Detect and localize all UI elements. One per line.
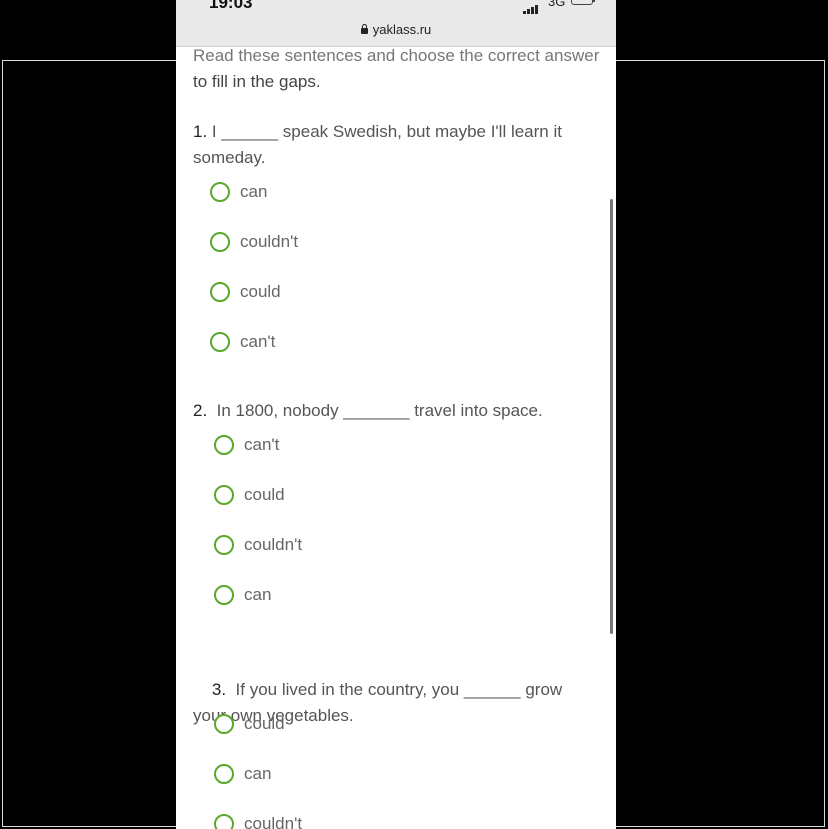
question-text: In 1800, nobody _______ travel into spac… (207, 401, 543, 420)
radio-button-icon[interactable] (214, 535, 234, 555)
option-label: can't (244, 435, 280, 454)
network-type: 3G (548, 0, 566, 9)
radio-button-icon[interactable] (210, 182, 230, 202)
url-text: yaklass.ru (372, 22, 432, 37)
question-number: 1. (193, 122, 208, 141)
radio-button-icon[interactable] (214, 814, 234, 829)
option-label: can (240, 182, 268, 201)
option-q3-couldnt[interactable]: couldn't (214, 811, 302, 829)
question-number: 3. (211, 680, 227, 699)
status-time: 19:03 (209, 0, 253, 12)
option-q1-couldnt[interactable]: couldn't (210, 229, 298, 255)
option-q1-can[interactable]: can (210, 179, 267, 205)
radio-button-icon[interactable] (214, 764, 234, 784)
lock-icon (360, 24, 368, 34)
question-1: 1. I ______ speak Swedish, but maybe I'l… (193, 119, 593, 171)
question-number: 2. (193, 401, 208, 420)
radio-button-icon[interactable] (210, 282, 230, 302)
instructions-line-1: Read these sentences and choose the corr… (193, 46, 600, 65)
option-label: could (244, 485, 285, 504)
option-q1-cant[interactable]: can't (210, 329, 275, 355)
radio-button-icon[interactable] (210, 332, 230, 352)
option-label: couldn't (244, 814, 303, 829)
option-q1-could[interactable]: could (210, 279, 281, 305)
option-label: could (240, 282, 281, 301)
battery-icon (571, 0, 595, 5)
option-q2-couldnt[interactable]: couldn't (214, 532, 302, 558)
question-3: 3. If you lived in the country, you ____… (193, 651, 593, 755)
instructions: Read these sentences and choose the corr… (193, 43, 603, 95)
option-label: couldn't (244, 535, 303, 554)
scrollbar[interactable] (610, 199, 613, 634)
option-q3-could[interactable]: could (214, 711, 285, 737)
signal-icon (523, 0, 539, 14)
option-q2-could[interactable]: could (214, 482, 285, 508)
option-label: could (244, 714, 285, 733)
radio-button-icon[interactable] (214, 714, 234, 734)
option-q3-can[interactable]: can (214, 761, 271, 787)
option-q2-cant[interactable]: can't (214, 432, 279, 458)
option-label: can't (240, 332, 276, 351)
phone-screen: 19:03 3G yaklass.ru Read these sentences… (176, 0, 616, 829)
radio-button-icon[interactable] (214, 435, 234, 455)
address-bar[interactable]: yaklass.ru (176, 22, 616, 37)
radio-button-icon[interactable] (210, 232, 230, 252)
question-2: 2. In 1800, nobody _______ travel into s… (193, 398, 593, 424)
status-bar: 19:03 3G yaklass.ru (176, 0, 616, 47)
option-label: can (244, 764, 272, 783)
radio-button-icon[interactable] (214, 585, 234, 605)
question-text: I ______ speak Swedish, but maybe I'll l… (193, 122, 562, 167)
radio-button-icon[interactable] (214, 485, 234, 505)
option-label: can (244, 585, 272, 604)
option-label: couldn't (240, 232, 299, 251)
instructions-line-2: to fill in the gaps. (193, 72, 321, 91)
option-q2-can[interactable]: can (214, 582, 271, 608)
